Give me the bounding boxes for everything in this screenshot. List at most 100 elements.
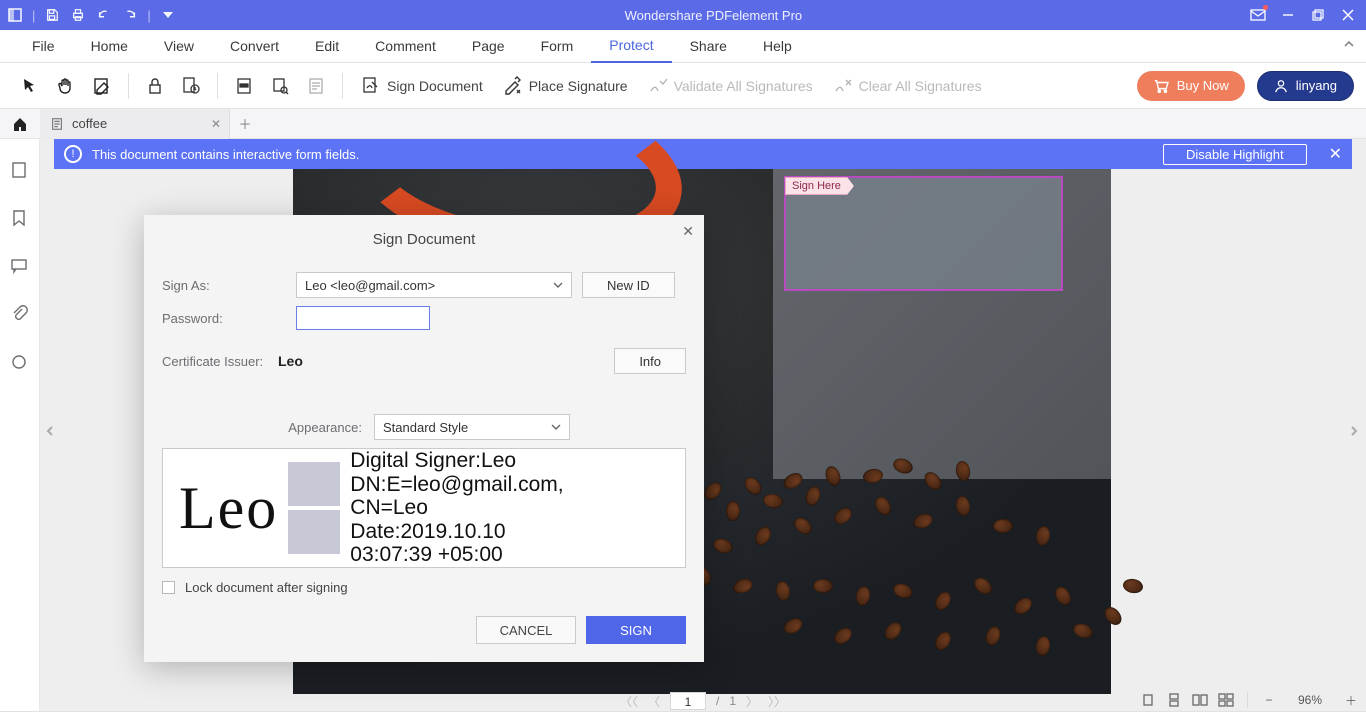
sig-line-3: CN=Leo	[350, 496, 563, 520]
page-number-input[interactable]: 1	[670, 692, 706, 710]
single-page-view-icon[interactable]	[1139, 691, 1157, 709]
new-tab-icon[interactable]: ＋	[230, 114, 260, 133]
zoom-out-icon[interactable]: −	[1260, 691, 1278, 709]
dialog-title: Sign Document	[162, 229, 686, 264]
info-icon: !	[64, 145, 82, 163]
appearance-label: Appearance:	[162, 420, 362, 435]
disable-highlight-button[interactable]: Disable Highlight	[1163, 144, 1307, 165]
minimize-icon[interactable]	[1280, 7, 1296, 23]
menu-view[interactable]: View	[146, 30, 212, 63]
zoom-value[interactable]: 96%	[1286, 693, 1334, 707]
select-tool-icon[interactable]	[16, 72, 44, 100]
tab-coffee[interactable]: coffee ✕	[40, 109, 230, 139]
redact-search-icon[interactable]	[266, 72, 294, 100]
two-page-view-icon[interactable]	[1191, 691, 1209, 709]
maximize-icon[interactable]	[1310, 7, 1326, 23]
password-input[interactable]	[296, 306, 430, 330]
menu-page[interactable]: Page	[454, 30, 523, 63]
prev-page-arrow-icon[interactable]	[44, 425, 58, 439]
prev-page-icon[interactable]: 〈	[648, 693, 660, 710]
sign-button[interactable]: SIGN	[586, 616, 686, 644]
place-signature-label: Place Signature	[529, 78, 628, 94]
tab-close-icon[interactable]: ✕	[211, 117, 221, 131]
encrypt-icon[interactable]	[141, 72, 169, 100]
thumbnails-icon[interactable]	[10, 161, 30, 181]
info-button[interactable]: Info	[614, 348, 686, 374]
document-tabs: coffee ✕ ＋	[0, 109, 1366, 139]
collapse-ribbon-icon[interactable]	[1342, 37, 1356, 51]
permissions-icon[interactable]	[177, 72, 205, 100]
two-page-continuous-icon[interactable]	[1217, 691, 1235, 709]
last-page-icon[interactable]: 〉〉	[768, 693, 786, 710]
page-total: 1	[729, 694, 736, 708]
bookmarks-icon[interactable]	[10, 209, 30, 229]
sign-document-tool[interactable]: Sign Document	[361, 76, 483, 96]
attachments-icon[interactable]	[10, 305, 30, 325]
menu-protect[interactable]: Protect	[591, 30, 671, 63]
menu-home[interactable]: Home	[73, 30, 146, 63]
page-navigator: 〈〈 〈 1 / 1 〉 〉〉	[620, 689, 786, 711]
customize-qat-icon[interactable]	[159, 6, 177, 24]
titlebar: | | Wondershare PDFelement Pro	[0, 0, 1366, 30]
buy-now-label: Buy Now	[1177, 78, 1229, 93]
cert-issuer-label: Certificate Issuer:	[162, 354, 278, 369]
undo-icon[interactable]	[95, 6, 113, 24]
app-logo-icon	[6, 6, 24, 24]
comments-icon[interactable]	[10, 257, 30, 277]
print-icon[interactable]	[69, 6, 87, 24]
app-title: Wondershare PDFelement Pro	[177, 8, 1250, 23]
password-label: Password:	[162, 311, 296, 326]
sign-document-label: Sign Document	[387, 78, 483, 94]
zoom-in-icon[interactable]: ＋	[1342, 691, 1360, 709]
redo-icon[interactable]	[121, 6, 139, 24]
lock-document-checkbox[interactable]	[162, 581, 175, 594]
fields-icon[interactable]	[10, 353, 30, 373]
validate-signatures-tool: Validate All Signatures	[648, 76, 813, 96]
signature-field[interactable]: Sign Here	[784, 176, 1063, 291]
menu-file[interactable]: File	[14, 30, 73, 63]
menu-edit[interactable]: Edit	[297, 30, 357, 63]
appearance-select[interactable]: Standard Style	[374, 414, 570, 440]
home-tab-icon[interactable]	[0, 109, 40, 139]
new-id-button[interactable]: New ID	[582, 272, 675, 298]
signature-preview: Leo Digital Signer:Leo DN:E=leo@gmail.co…	[162, 448, 686, 568]
appearance-value: Standard Style	[383, 420, 468, 435]
sig-line-4: Date:2019.10.10	[350, 520, 563, 544]
menu-comment[interactable]: Comment	[357, 30, 454, 63]
left-panel-rail	[0, 139, 40, 711]
clear-signatures-label: Clear All Signatures	[859, 78, 982, 94]
buy-now-button[interactable]: Buy Now	[1137, 71, 1245, 101]
close-icon[interactable]	[1340, 7, 1356, 23]
next-page-icon[interactable]: 〉	[746, 693, 758, 710]
ribbon-separator	[128, 73, 129, 99]
user-button[interactable]: linyang	[1257, 71, 1354, 101]
redact-apply-icon[interactable]	[302, 72, 330, 100]
lock-document-label: Lock document after signing	[185, 580, 348, 595]
menu-help[interactable]: Help	[745, 30, 810, 63]
redact-mark-icon[interactable]	[230, 72, 258, 100]
hand-tool-icon[interactable]	[52, 72, 80, 100]
sig-line-5: 03:07:39 +05:00	[350, 543, 563, 567]
infobar-close-icon[interactable]: ✕	[1329, 144, 1342, 164]
place-signature-tool[interactable]: Place Signature	[503, 76, 628, 96]
menu-share[interactable]: Share	[672, 30, 745, 63]
dialog-close-icon[interactable]: ✕	[682, 223, 694, 240]
cancel-button[interactable]: CANCEL	[476, 616, 576, 644]
continuous-view-icon[interactable]	[1165, 691, 1183, 709]
sign-as-label: Sign As:	[162, 278, 296, 293]
sig-preview-name: Leo	[179, 474, 288, 543]
menu-convert[interactable]: Convert	[212, 30, 297, 63]
tab-label: coffee	[72, 116, 107, 131]
sign-here-tag: Sign Here	[785, 177, 854, 195]
sign-as-select[interactable]: Leo <leo@gmail.com>	[296, 272, 572, 298]
next-page-arrow-icon[interactable]	[1348, 425, 1362, 439]
save-icon[interactable]	[43, 6, 61, 24]
first-page-icon[interactable]: 〈〈	[620, 693, 638, 710]
edit-tool-icon[interactable]	[88, 72, 116, 100]
user-label: linyang	[1296, 78, 1337, 93]
cert-issuer-value: Leo	[278, 353, 303, 369]
page-sep: /	[716, 694, 719, 708]
mail-icon[interactable]	[1250, 7, 1266, 23]
menu-form[interactable]: Form	[523, 30, 592, 63]
sign-as-value: Leo <leo@gmail.com>	[305, 278, 435, 293]
